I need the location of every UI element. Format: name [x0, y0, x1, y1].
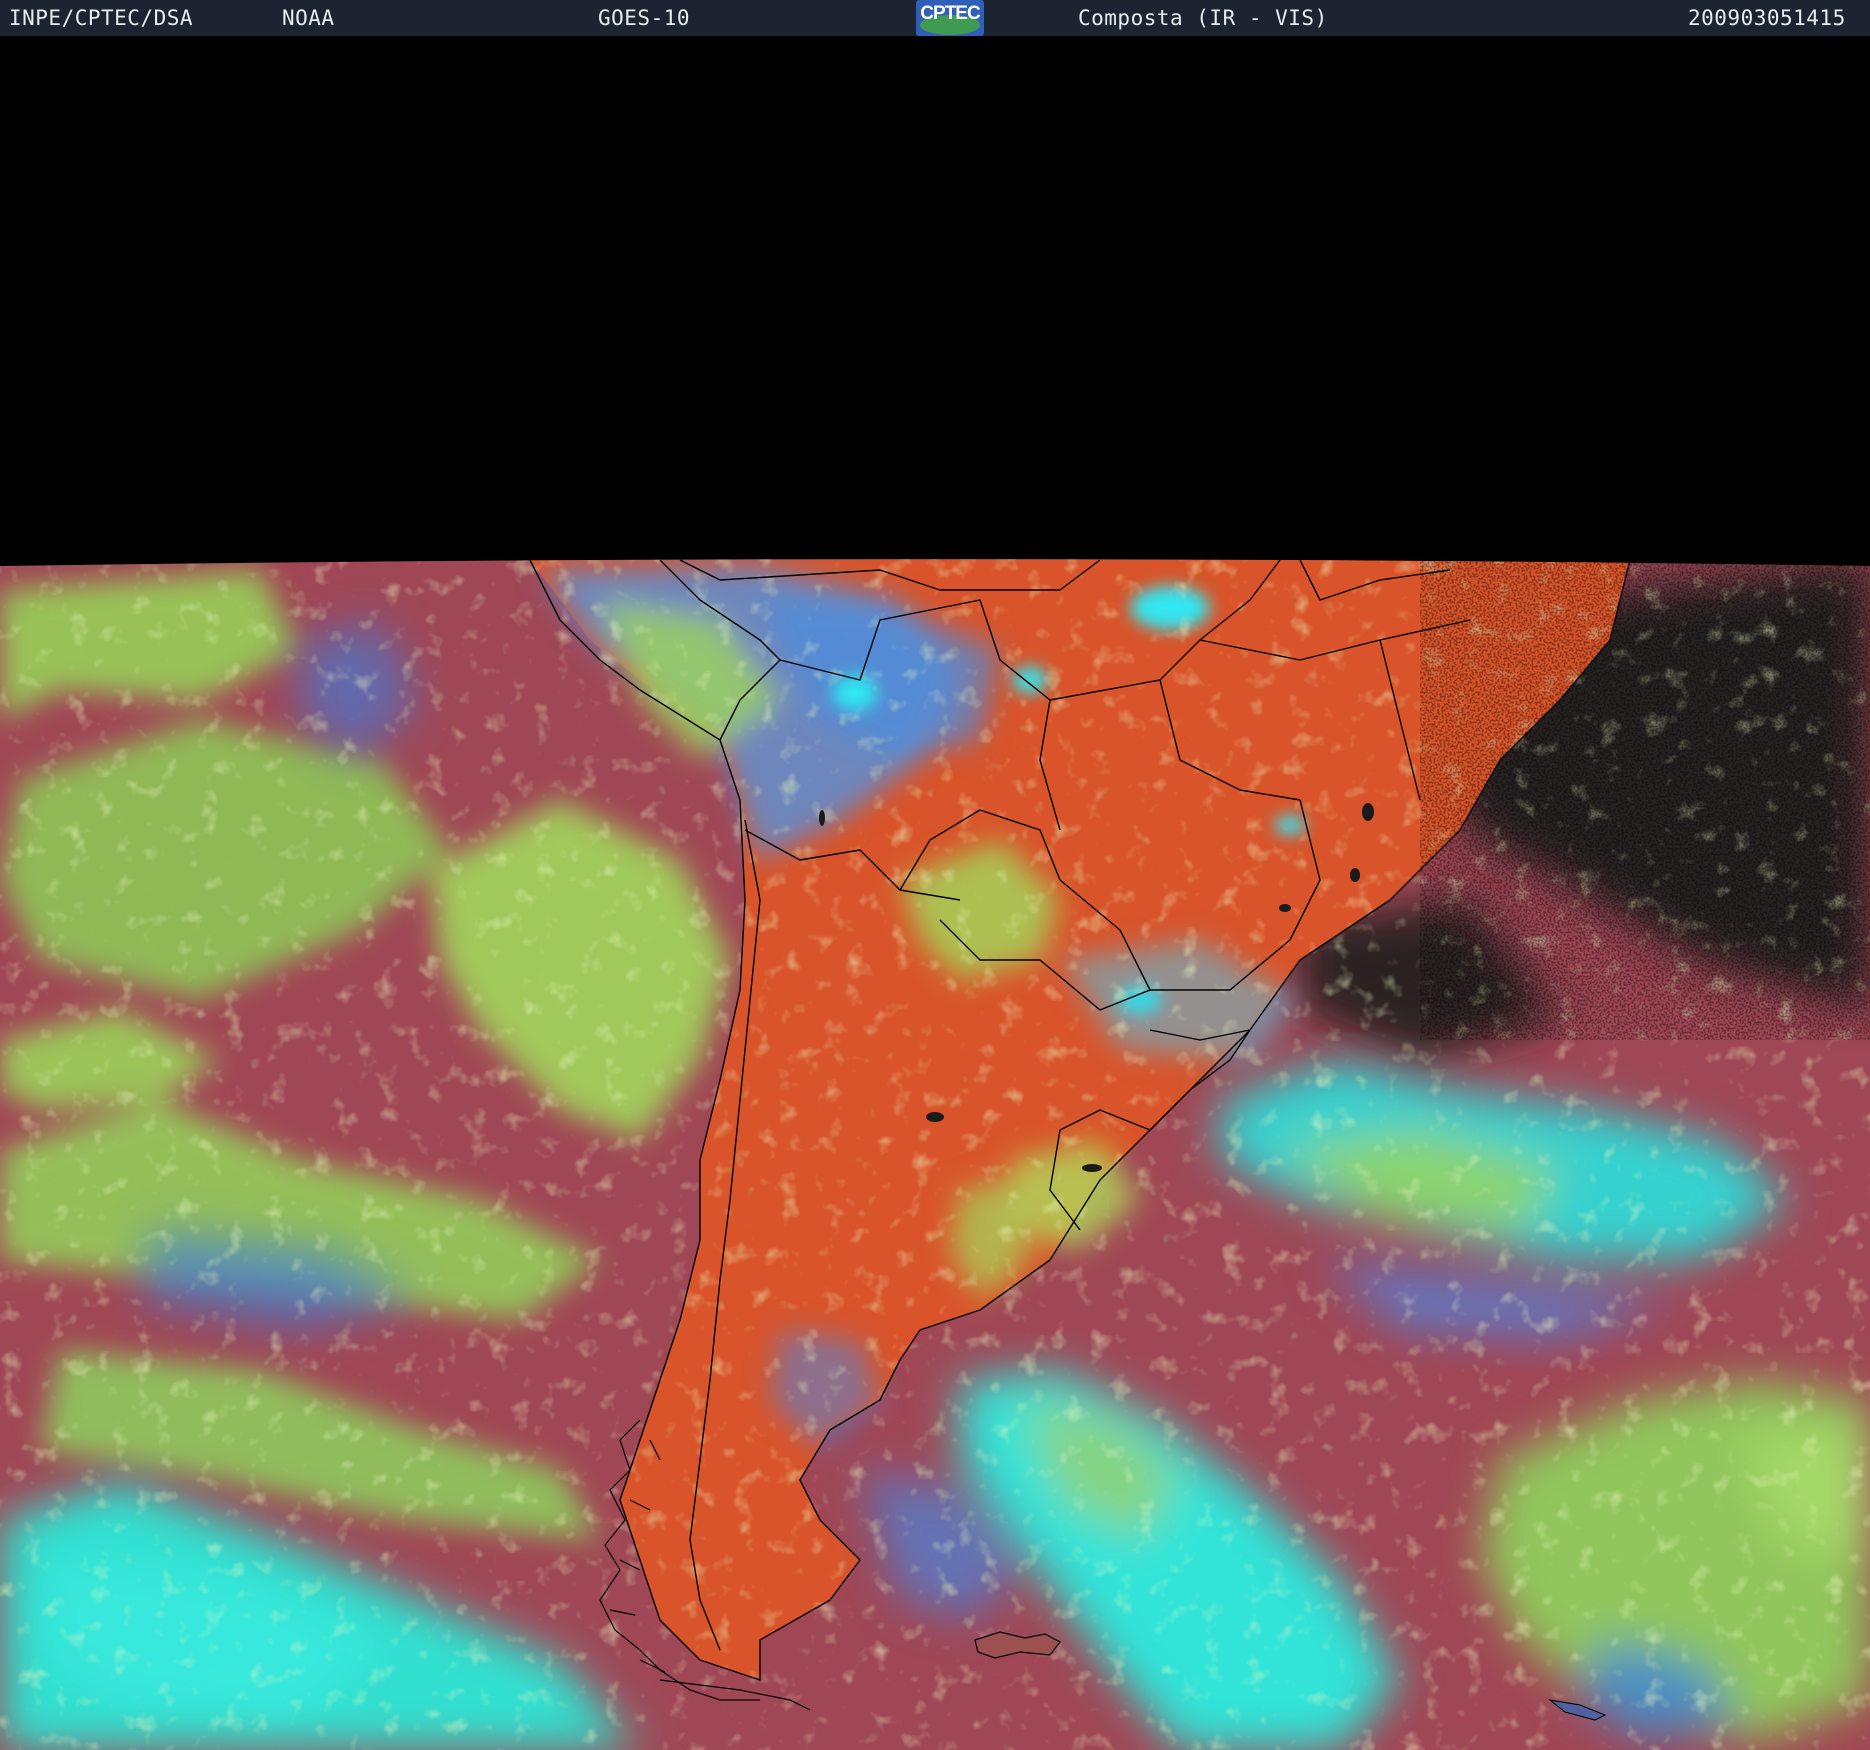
space-background — [0, 36, 1870, 566]
cptec-logo: CPTEC — [916, 0, 984, 36]
satellite-composite-map — [0, 559, 1870, 1750]
source-label: NOAA — [282, 6, 335, 30]
product-label: Composta (IR - VIS) — [1078, 6, 1328, 30]
dark-speckle-overlay — [1420, 560, 1870, 1040]
logo-text: CPTEC — [920, 3, 980, 24]
timestamp-label: 200903051415 — [1688, 6, 1846, 30]
image-header-bar: INPE/CPTEC/DSA NOAA GOES-10 CPTEC Compos… — [0, 0, 1870, 36]
satellite-label: GOES-10 — [598, 6, 691, 30]
agency-label: INPE/CPTEC/DSA — [9, 6, 194, 30]
